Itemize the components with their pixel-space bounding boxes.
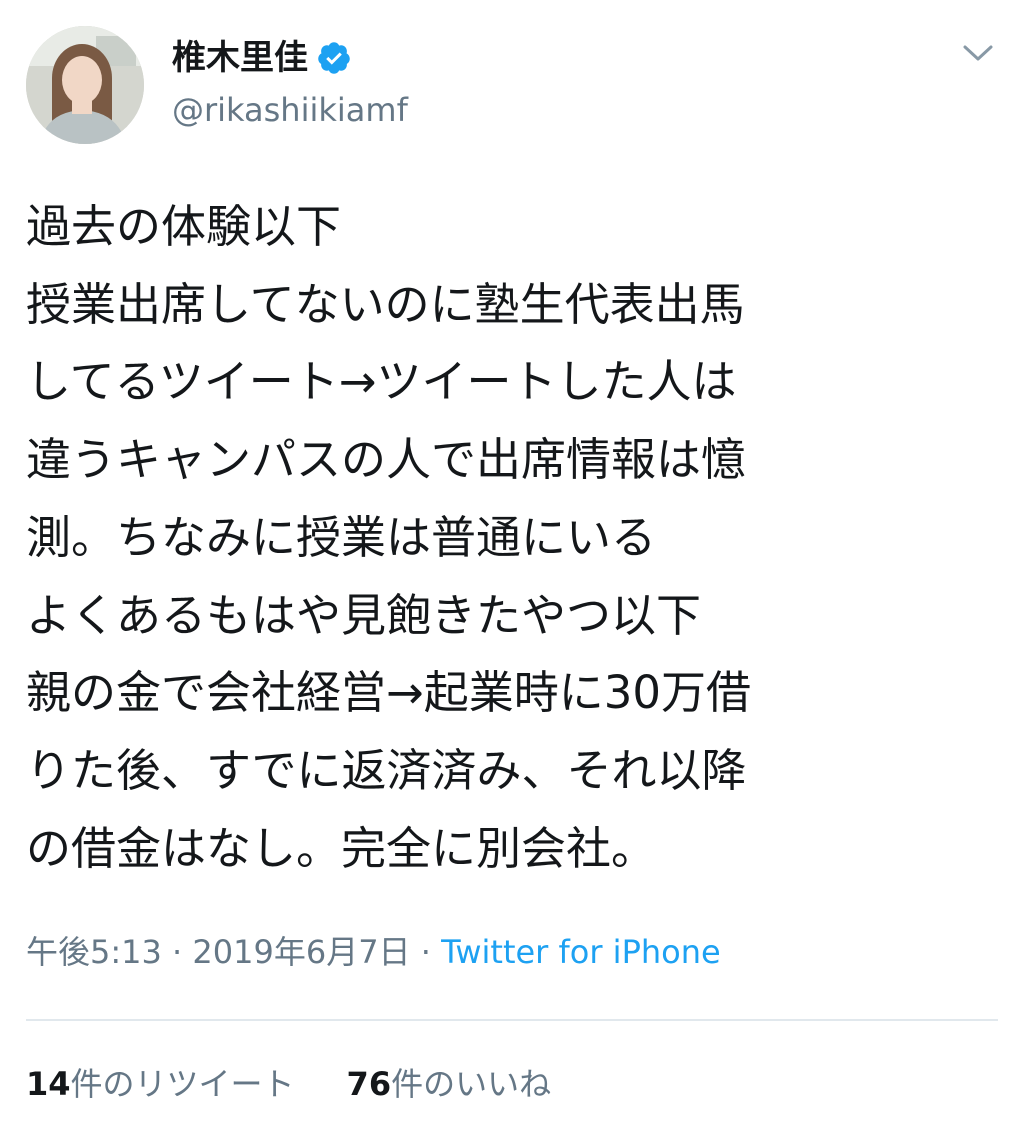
display-name[interactable]: 椎木里佳 — [172, 34, 308, 82]
tweet-text-line: 親の金で会社経営→起業時に30万借 — [26, 666, 751, 720]
tweet-time[interactable]: 午後5:13 — [26, 933, 162, 971]
tweet-text-line: 授業出席してないのに塾生代表出馬 — [26, 277, 745, 331]
tweet-source-link[interactable]: Twitter for iPhone — [441, 933, 721, 971]
user-handle[interactable]: @rikashiikiamf — [172, 88, 408, 132]
tweet-text: 過去の体験以下 授業出席してないのに塾生代表出馬 してるツイート→ツイートした人… — [26, 188, 1001, 887]
tweet-text-line: 測。ちなみに授業は普通にいる — [26, 510, 657, 564]
meta-separator: · — [161, 933, 193, 971]
tweet-date[interactable]: 2019年6月7日 — [192, 933, 410, 971]
retweets-stat[interactable]: 14 件のリツイート — [26, 1060, 295, 1108]
tweet-text-line: 過去の体験以下 — [26, 200, 342, 253]
tweet-text-line: してるツイート→ツイートした人は — [26, 355, 737, 409]
tweet-text-line: りた後、すでに返済済み、それ以降 — [26, 743, 747, 797]
divider — [26, 1019, 998, 1021]
tweet-meta: 午後5:13 · 2019年6月7日 · Twitter for iPhone — [26, 928, 721, 976]
retweets-count: 14 — [26, 1065, 71, 1103]
likes-count: 76 — [346, 1065, 392, 1103]
tweet-stats: 14 件のリツイート 76 件のいいね — [26, 1060, 551, 1108]
likes-stat[interactable]: 76 件のいいね — [347, 1060, 552, 1108]
likes-label: 件のいいね — [391, 1065, 552, 1103]
user-name-row[interactable]: 椎木里佳 — [172, 34, 352, 82]
tweet-text-line: 違うキャンパスの人で出席情報は憶 — [26, 433, 747, 487]
meta-separator: · — [410, 933, 442, 971]
tweet-card: 椎木里佳 @rikashiikiamf 過去の体験以下 授業出席してないのに塾生… — [0, 0, 1024, 1148]
retweets-label: 件のリツイート — [70, 1065, 295, 1103]
tweet-text-line: の借金はなし。完全に別会社。 — [26, 821, 657, 875]
verified-badge-icon — [316, 40, 352, 76]
tweet-text-line: よくあるもはや見飽きたやつ以下 — [26, 588, 702, 642]
chevron-down-icon[interactable] — [960, 38, 996, 68]
avatar[interactable] — [26, 26, 144, 144]
